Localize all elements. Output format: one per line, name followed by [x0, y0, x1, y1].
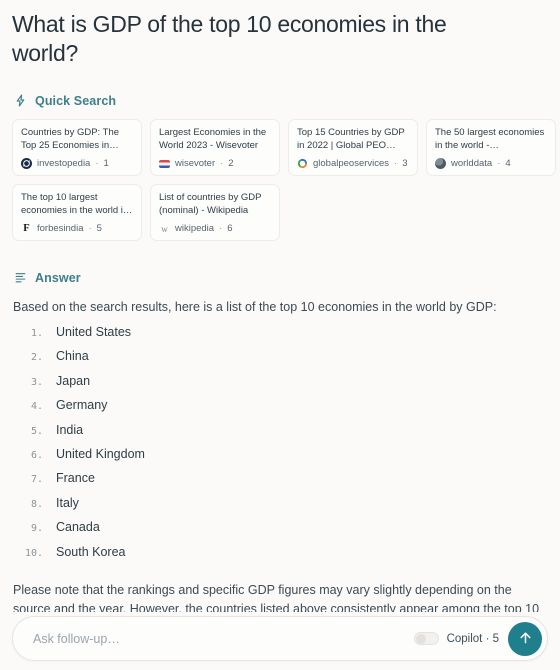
source-card[interactable]: List of countries by GDP (nominal) - Wik…: [150, 184, 280, 241]
list-item: 10. South Korea: [13, 545, 544, 569]
toggle-knob: [415, 634, 426, 644]
rank-number: 9.: [30, 523, 43, 535]
list-item: 5. India: [13, 423, 544, 447]
source-card[interactable]: Largest Economies in the World 2023 - Wi…: [150, 119, 280, 176]
list-item: 2. China: [13, 349, 544, 373]
rank-number: 6.: [30, 449, 43, 461]
source-title: Countries by GDP: The Top 25 Economies i…: [21, 127, 120, 151]
answer-intro: Based on the search results, here is a l…: [13, 300, 497, 314]
source-domain: wikipedia: [175, 223, 215, 234]
rank-country: United Kingdom: [56, 446, 145, 461]
rank-country: Italy: [56, 495, 79, 510]
rank-number: 10.: [24, 547, 43, 559]
wikipedia-favicon-icon: w: [161, 223, 168, 234]
rank-number: 5.: [30, 425, 43, 437]
source-meta: wisevoter · 2: [159, 158, 271, 169]
source-separator: ·: [497, 158, 501, 169]
answer-header: Answer: [10, 270, 550, 285]
list-lines-icon: [13, 270, 28, 285]
list-item: 3. Japan: [13, 374, 544, 398]
source-domain: investopedia: [37, 158, 91, 169]
list-item: 7. France: [13, 471, 544, 495]
composer[interactable]: Copilot · 5: [12, 616, 548, 661]
source-separator: ·: [219, 223, 223, 234]
source-separator: ·: [394, 158, 398, 169]
answer-page: What is GDP of the top 10 economies in t…: [0, 0, 560, 670]
source-meta: F forbesindia · 5: [21, 223, 133, 234]
rank-country: United States: [56, 325, 132, 339]
source-index: 4: [505, 158, 511, 169]
source-meta: worlddata · 4: [435, 158, 547, 169]
composer-bar: Copilot · 5: [0, 612, 560, 670]
rank-number: 1.: [30, 328, 43, 339]
search-input[interactable]: [33, 617, 414, 660]
wisevoter-favicon-icon: [159, 159, 170, 168]
submit-button[interactable]: [508, 621, 542, 656]
rank-country: Germany: [56, 398, 108, 413]
ranking-list: 1. United States 2. China 3. Japan 4. Ge…: [13, 325, 544, 569]
rank-country: France: [56, 471, 95, 486]
source-index: 6: [227, 223, 233, 234]
list-item: 4. Germany: [13, 398, 544, 422]
rank-number: 8.: [30, 498, 43, 510]
rank-number: 3.: [30, 376, 43, 388]
source-card[interactable]: Top 15 Countries by GDP in 2022 | Global…: [288, 119, 418, 176]
source-meta: investopedia · 1: [21, 158, 133, 169]
rank-country: Canada: [56, 520, 100, 535]
source-title: The top 10 largest economies in the worl…: [21, 192, 133, 216]
worlddata-favicon-icon: [435, 158, 446, 169]
quick-search-label: Quick Search: [35, 93, 117, 108]
source-domain: globalpeoservices: [313, 158, 390, 169]
copilot-label: Copilot · 5: [446, 632, 499, 645]
rank-number: 7.: [30, 474, 43, 486]
source-card[interactable]: The 50 largest economies in the world -……: [426, 119, 556, 176]
source-index: 3: [402, 158, 408, 169]
investopedia-favicon-icon: [21, 158, 32, 169]
source-domain: worlddata: [451, 158, 493, 169]
list-item: 1. United States: [13, 325, 544, 349]
source-meta: globalpeoservices · 3: [297, 158, 409, 169]
arrow-up-icon: [517, 629, 534, 649]
rank-country: South Korea: [56, 544, 126, 559]
source-index: 1: [103, 158, 109, 169]
source-separator: ·: [220, 158, 224, 169]
source-title: Largest Economies in the World 2023 - Wi…: [159, 127, 267, 151]
list-item: 8. Italy: [13, 496, 544, 520]
lightning-bolt-icon: [13, 93, 28, 108]
source-title: The 50 largest economies in the world -…: [435, 127, 545, 151]
list-item: 9. Canada: [13, 520, 544, 544]
page-title: What is GDP of the top 10 economies in t…: [12, 11, 447, 66]
rank-number: 4.: [30, 401, 43, 413]
source-domain: wisevoter: [175, 158, 216, 169]
answer-label: Answer: [35, 270, 81, 285]
source-meta: w wikipedia · 6: [159, 223, 271, 234]
globalpeoservices-favicon-icon: [297, 158, 308, 169]
quick-search-header: Quick Search: [10, 93, 550, 108]
source-index: 2: [228, 158, 234, 169]
rank-country: China: [56, 349, 89, 364]
source-domain: forbesindia: [37, 223, 84, 234]
source-separator: ·: [95, 158, 99, 169]
source-card[interactable]: Countries by GDP: The Top 25 Economies i…: [12, 119, 142, 176]
rank-country: Japan: [56, 373, 91, 388]
source-title: Top 15 Countries by GDP in 2022 | Global…: [297, 127, 405, 151]
answer-body: Based on the search results, here is a l…: [10, 298, 550, 660]
source-card[interactable]: The top 10 largest economies in the worl…: [12, 184, 142, 241]
rank-country: India: [56, 422, 84, 437]
source-title: List of countries by GDP (nominal) - Wik…: [159, 192, 262, 216]
source-separator: ·: [88, 223, 92, 234]
rank-number: 2.: [30, 352, 43, 364]
list-item: 6. United Kingdom: [13, 447, 544, 471]
forbesindia-favicon-icon: F: [23, 223, 30, 234]
source-card-list: Countries by GDP: The Top 25 Economies i…: [10, 119, 558, 241]
source-index: 5: [96, 223, 102, 234]
copilot-toggle[interactable]: [413, 632, 439, 645]
